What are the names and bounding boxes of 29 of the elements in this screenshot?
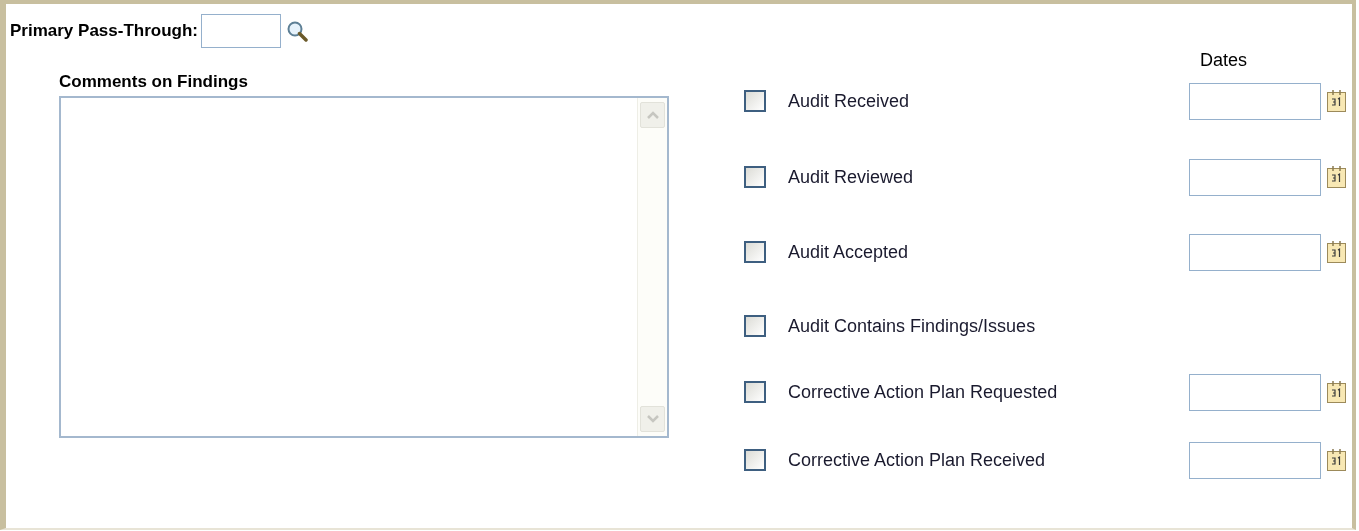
pass-through-field[interactable]: [201, 14, 281, 48]
chevron-up-icon: [646, 111, 659, 119]
comments-label: Comments on Findings: [59, 72, 249, 93]
checkbox-label: Audit Received: [788, 90, 911, 112]
date-field[interactable]: [1189, 82, 1321, 120]
checkbox-label: Corrective Action Plan Requested: [788, 381, 1059, 403]
calendar-icon[interactable]: [1326, 448, 1348, 472]
dates-header: Dates: [1200, 50, 1248, 70]
checkbox[interactable]: [744, 166, 766, 188]
checkbox[interactable]: [744, 449, 766, 471]
chevron-down-icon: [646, 415, 659, 423]
checkbox[interactable]: [744, 90, 766, 112]
checkbox-label: Audit Reviewed: [788, 166, 915, 188]
calendar-icon[interactable]: [1326, 165, 1348, 189]
checkbox[interactable]: [744, 315, 766, 337]
checkbox[interactable]: [744, 381, 766, 403]
date-field[interactable]: [1189, 233, 1321, 271]
checkbox-label: Audit Accepted: [788, 241, 910, 263]
field-label: Primary Pass-Through:: [10, 21, 198, 41]
date-field[interactable]: [1189, 441, 1321, 479]
checkbox-label: Audit Contains Findings/Issues: [788, 315, 1037, 337]
date-field[interactable]: [1189, 158, 1321, 196]
calendar-icon[interactable]: [1326, 380, 1348, 404]
checkbox-label: Corrective Action Plan Received: [788, 449, 1047, 471]
search-icon[interactable]: [286, 20, 308, 42]
calendar-icon[interactable]: [1326, 240, 1348, 264]
checkbox[interactable]: [744, 241, 766, 263]
calendar-icon[interactable]: [1326, 89, 1348, 113]
date-field[interactable]: [1189, 373, 1321, 411]
